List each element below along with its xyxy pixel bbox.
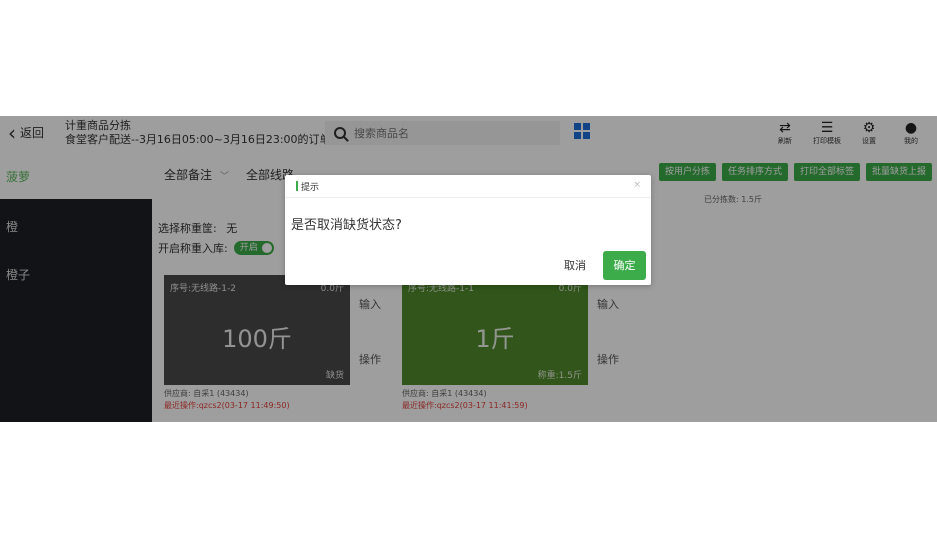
dialog-title: 提示	[301, 183, 320, 193]
confirm-dialog: 提示 × 是否取消缺货状态? 取消 确定	[285, 175, 651, 285]
close-icon[interactable]: ×	[633, 180, 641, 190]
title-accent-bar	[296, 181, 298, 191]
dialog-header: 提示 ×	[285, 175, 651, 198]
cancel-button[interactable]: 取消	[557, 252, 593, 280]
dialog-message: 是否取消缺货状态?	[291, 218, 402, 233]
confirm-button[interactable]: 确定	[603, 251, 646, 280]
